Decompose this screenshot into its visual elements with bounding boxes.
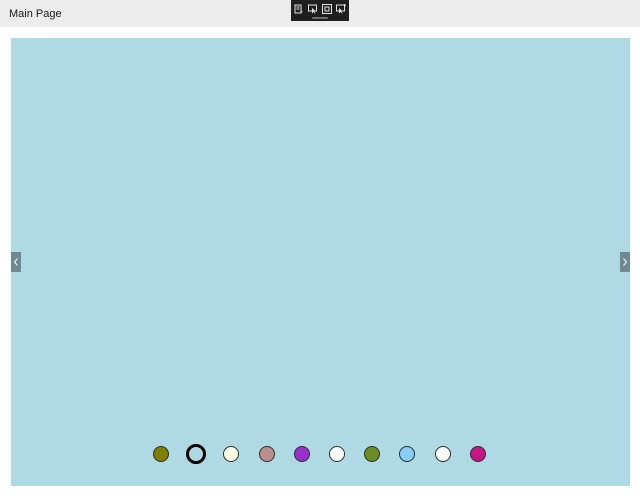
indicator-dot[interactable] [223,446,239,462]
chevron-right-icon [623,258,628,266]
previous-button[interactable] [11,252,21,272]
select-element-icon[interactable] [307,3,319,14]
display-layout-adorners-icon[interactable] [321,3,333,14]
live-visual-tree-icon[interactable] [293,3,305,14]
indicator-dot[interactable] [399,446,415,462]
next-button[interactable] [620,252,630,272]
indicator-dot[interactable] [153,446,169,462]
indicator-dot[interactable] [364,446,380,462]
indicator-dot[interactable] [259,446,275,462]
carousel-view[interactable] [11,38,630,486]
indicator-dot[interactable] [435,446,451,462]
toolbar-grip[interactable] [312,17,328,19]
track-focused-element-icon[interactable] [335,3,347,14]
indicator-dot[interactable] [329,446,345,462]
indicator-view [0,444,640,464]
debug-toolbar [291,0,349,21]
indicator-dot[interactable] [470,446,486,462]
page-title: Main Page [9,8,62,20]
indicator-dot-selected[interactable] [186,444,206,464]
indicator-dot[interactable] [294,446,310,462]
chevron-left-icon [13,258,18,266]
